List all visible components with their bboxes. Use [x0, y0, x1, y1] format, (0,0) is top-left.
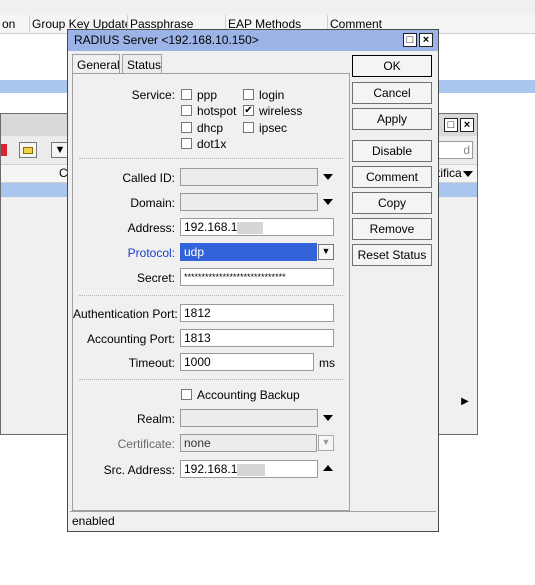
- redacted-block: [237, 221, 264, 234]
- called-id-label: Called ID:: [122, 171, 175, 185]
- general-panel: Service: ppp login hotspot ✔ wireless dh…: [72, 73, 350, 511]
- scroll-right-icon[interactable]: ▶: [457, 394, 473, 410]
- separator: [79, 295, 343, 297]
- chevron-up-icon[interactable]: [323, 465, 333, 471]
- status-bar: enabled: [70, 511, 436, 530]
- radius-server-dialog: RADIUS Server <192.168.10.150> □ × Gener…: [67, 29, 439, 532]
- realm-field[interactable]: [180, 409, 318, 427]
- service-ipsec-label: ipsec: [259, 121, 288, 135]
- service-dhcp-label: dhcp: [197, 121, 224, 135]
- disable-button[interactable]: Disable: [352, 140, 432, 162]
- address-field[interactable]: 192.168.1: [180, 218, 334, 236]
- column-header[interactable]: on: [0, 15, 30, 33]
- column-menu-icon[interactable]: [463, 171, 473, 177]
- secret-field[interactable]: *****************************: [180, 268, 334, 286]
- remove-button[interactable]: Remove: [352, 218, 432, 240]
- secret-label: Secret:: [136, 271, 175, 285]
- cancel-button[interactable]: Cancel: [352, 82, 432, 104]
- copy-button[interactable]: Copy: [352, 192, 432, 214]
- tab-general[interactable]: General: [72, 54, 120, 74]
- protocol-label: Protocol:: [127, 246, 175, 260]
- column-header[interactable]: tifica: [437, 166, 462, 180]
- redacted-block: [237, 463, 266, 476]
- authentication-port-field[interactable]: 1812: [180, 304, 334, 322]
- dropdown-arrow-icon[interactable]: ▼: [318, 244, 334, 260]
- service-login-checkbox[interactable]: [243, 89, 254, 100]
- timeout-field[interactable]: 1000: [180, 353, 314, 371]
- certificate-select[interactable]: none: [180, 434, 317, 452]
- protocol-select[interactable]: udp: [180, 243, 317, 261]
- service-hotspot-checkbox[interactable]: [181, 105, 192, 116]
- service-wireless-label: wireless: [259, 104, 303, 118]
- dialog-title: RADIUS Server <192.168.10.150>: [74, 33, 259, 47]
- background-toolbar-strip: [0, 0, 535, 15]
- accounting-backup-checkbox[interactable]: [181, 389, 192, 400]
- apply-button[interactable]: Apply: [352, 108, 432, 130]
- accounting-port-field[interactable]: 1813: [180, 329, 334, 347]
- called-id-field[interactable]: [180, 168, 318, 186]
- chevron-down-icon[interactable]: [323, 199, 333, 205]
- timeout-label: Timeout:: [128, 356, 175, 370]
- certificate-label: Certificate:: [117, 437, 175, 451]
- address-label: Address:: [127, 221, 175, 235]
- tab-status[interactable]: Status: [122, 54, 162, 74]
- service-ipsec-checkbox[interactable]: [243, 122, 254, 133]
- chevron-down-icon[interactable]: [323, 174, 333, 180]
- src-address-label: Src. Address:: [103, 463, 175, 477]
- service-dot1x-checkbox[interactable]: [181, 138, 192, 149]
- close-icon[interactable]: ×: [419, 33, 433, 47]
- src-address-field[interactable]: 192.168.1: [180, 460, 318, 478]
- comment-button[interactable]: Comment: [352, 166, 432, 188]
- service-dhcp-checkbox[interactable]: [181, 122, 192, 133]
- service-login-label: login: [259, 88, 285, 102]
- folder-icon-button[interactable]: [19, 142, 37, 158]
- service-dot1x-label: dot1x: [197, 137, 227, 151]
- service-wireless-checkbox[interactable]: ✔: [243, 105, 254, 116]
- realm-label: Realm:: [136, 412, 175, 426]
- ok-button[interactable]: OK: [352, 55, 432, 77]
- close-icon[interactable]: ×: [460, 118, 474, 132]
- authentication-port-label: Authentication Port:: [73, 307, 178, 321]
- address-value: 192.168.1: [184, 220, 238, 234]
- timeout-unit: ms: [319, 356, 335, 370]
- separator: [79, 379, 343, 381]
- src-address-value: 192.168.1: [184, 462, 238, 476]
- service-hotspot-label: hotspot: [197, 104, 237, 118]
- service-ppp-label: ppp: [197, 88, 218, 102]
- domain-label: Domain:: [130, 196, 175, 210]
- domain-field[interactable]: [180, 193, 318, 211]
- service-label: Service:: [131, 88, 175, 102]
- dropdown-arrow-icon[interactable]: ▼: [318, 435, 334, 451]
- dialog-titlebar[interactable]: RADIUS Server <192.168.10.150> □ ×: [68, 30, 438, 51]
- separator: [79, 158, 343, 160]
- restore-icon[interactable]: □: [403, 33, 417, 47]
- accounting-port-label: Accounting Port:: [86, 332, 175, 346]
- accounting-backup-label: Accounting Backup: [197, 388, 300, 402]
- chevron-down-icon[interactable]: [323, 415, 333, 421]
- remove-icon[interactable]: [1, 144, 7, 156]
- reset-status-button[interactable]: Reset Status: [352, 244, 432, 266]
- service-ppp-checkbox[interactable]: [181, 89, 192, 100]
- restore-icon[interactable]: □: [444, 118, 458, 132]
- folder-icon: [23, 147, 33, 154]
